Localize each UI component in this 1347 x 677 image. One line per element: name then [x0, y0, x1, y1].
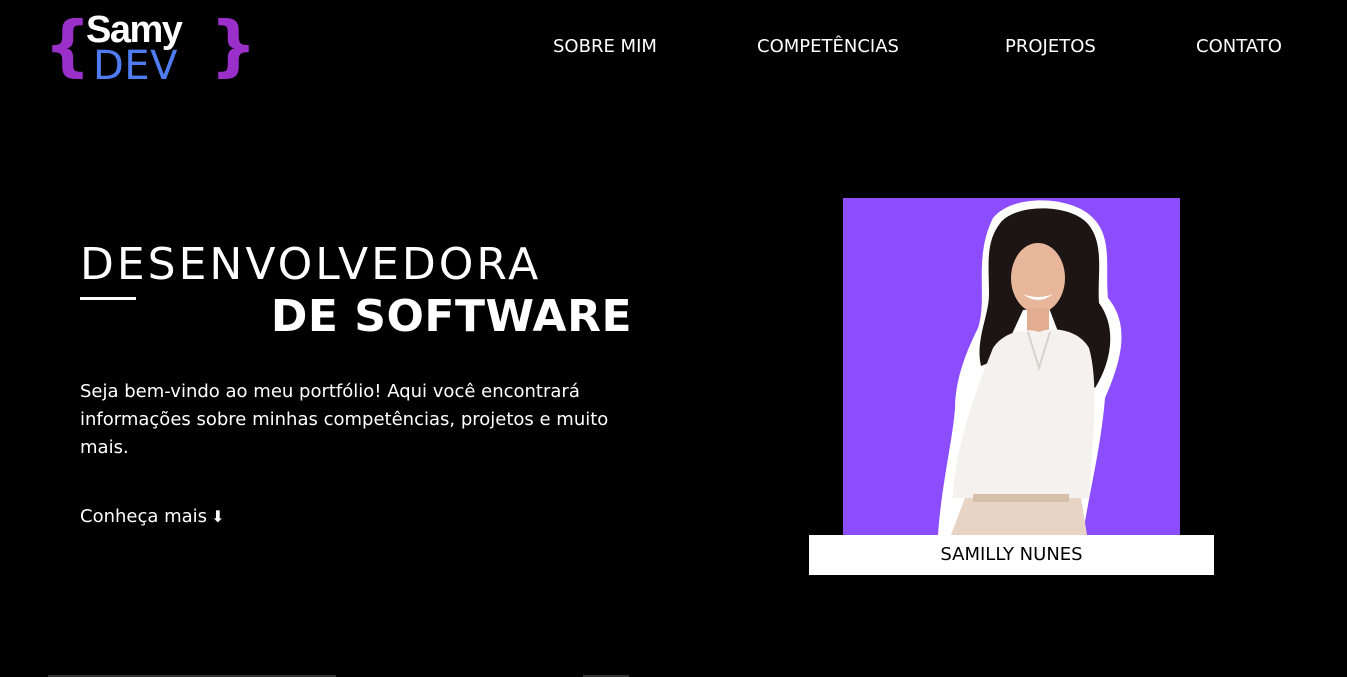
hero-title-line1: DESENVOLVEDORA — [80, 239, 542, 290]
portrait-photo-icon — [938, 200, 1122, 535]
nav-item-contato[interactable]: CONTATO — [1196, 34, 1282, 60]
nav-item-projetos[interactable]: PROJETOS — [1005, 34, 1096, 60]
hero-title-line2: DE SOFTWARE — [270, 291, 632, 342]
page: { Samy DEV } SOBRE MIM COMPETÊNCIAS PROJ… — [0, 0, 1347, 677]
hero-title: DESENVOLVEDORA DE SOFTWARE — [80, 238, 640, 342]
title-accent-bar — [80, 297, 136, 300]
logo-brace-right: } — [210, 7, 257, 84]
profile-name-plate: SAMILLY NUNES — [809, 535, 1214, 575]
logo-bottom-text: DEV — [93, 43, 178, 89]
nav-item-competencias[interactable]: COMPETÊNCIAS — [757, 34, 899, 60]
nav-item-sobre-mim[interactable]: SOBRE MIM — [553, 34, 657, 60]
learn-more-link[interactable]: Conheça mais ⬇ — [80, 503, 224, 531]
arrow-down-icon: ⬇ — [211, 507, 225, 526]
learn-more-label: Conheça mais — [80, 506, 208, 527]
site-logo[interactable]: { Samy DEV } — [44, 7, 257, 89]
hero-description: Seja bem-vindo ao meu portfólio! Aqui vo… — [80, 381, 609, 458]
logo-brace-left: { — [44, 7, 91, 84]
profile-photo — [843, 198, 1180, 535]
